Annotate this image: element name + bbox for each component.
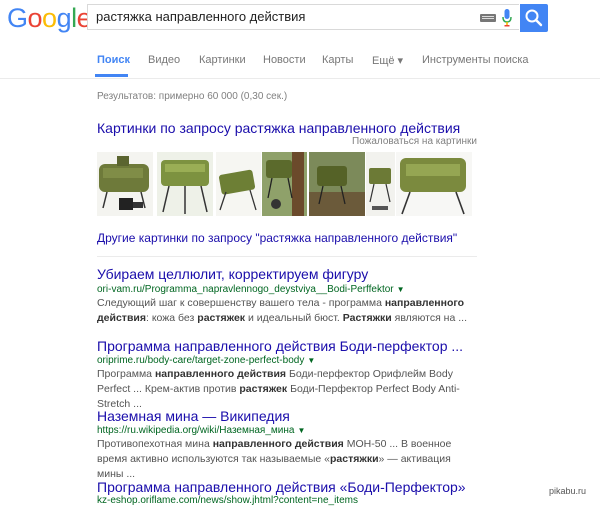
results-stats: Результатов: примерно 60 000 (0,30 сек.) [97, 91, 288, 102]
result-snippet: Программа направленного действия Боди-пе… [97, 367, 477, 412]
snippet-text: : кожа без [145, 312, 198, 324]
microphone-icon[interactable] [502, 9, 512, 27]
result-url-text: oriprime.ru/body-care/target-zone-perfec… [97, 355, 305, 366]
snippet-highlight: растяжек [239, 383, 288, 395]
tab-images[interactable]: Картинки [199, 54, 246, 66]
result-title[interactable]: Программа направленного действия Боди-пе… [97, 338, 463, 354]
tab-news[interactable]: Новости [263, 54, 306, 66]
search-input[interactable]: растяжка направленного действия [96, 9, 305, 24]
result-title[interactable]: Наземная мина — Википедия [97, 408, 290, 424]
result-url-text: ori-vam.ru/Programma_napravlennogo_deyst… [97, 284, 394, 295]
tab-maps[interactable]: Карты [322, 54, 353, 66]
image-thumbnail[interactable] [396, 152, 472, 216]
result-url[interactable]: kz-eshop.oriflame.com/news/show.jhtml?co… [97, 495, 358, 506]
result-snippet: Противопехотная мина направленного дейст… [97, 437, 477, 482]
google-logo[interactable]: Google [7, 3, 92, 34]
active-tab-indicator [95, 74, 128, 77]
result-url-text: kz-eshop.oriflame.com/news/show.jhtml?co… [97, 495, 358, 506]
image-thumbnail[interactable] [216, 152, 261, 216]
tab-more[interactable]: Ещё ▾ [372, 54, 403, 67]
snippet-text: и идеальный бюст. [245, 312, 343, 324]
logo-letter: o [27, 3, 43, 33]
header: Google растяжка направленного действия П… [0, 0, 600, 79]
result-title[interactable]: Программа направленного действия «Боди-П… [97, 479, 466, 495]
snippet-highlight: растяжек [197, 312, 246, 324]
logo-letter: o [42, 3, 57, 33]
image-thumbnail[interactable] [262, 152, 307, 216]
dropdown-caret-icon[interactable]: ▼ [397, 285, 405, 294]
search-icon [525, 9, 543, 27]
tab-search[interactable]: Поиск [97, 54, 130, 66]
report-images-link[interactable]: Пожаловаться на картинки [352, 136, 477, 147]
snippet-text: являются на ... [391, 312, 467, 324]
image-thumbnail[interactable] [157, 152, 213, 216]
search-button[interactable] [520, 4, 548, 32]
logo-letter: G [7, 3, 28, 33]
logo-letter: g [56, 3, 72, 33]
tab-video[interactable]: Видео [148, 54, 180, 66]
result-snippet: Следующий шаг к совершенству вашего тела… [97, 296, 477, 326]
search-tabs: Поиск Видео Картинки Новости Карты Ещё ▾… [0, 46, 600, 78]
watermark: pikabu.ru [549, 486, 587, 496]
more-images-link[interactable]: Другие картинки по запросу "растяжка нап… [97, 231, 457, 245]
images-block-title[interactable]: Картинки по запросу растяжка направленно… [97, 120, 460, 136]
image-thumbnail[interactable] [97, 152, 153, 216]
snippet-text: Противопехотная мина [97, 438, 213, 450]
snippet-highlight: направленного действия [212, 438, 344, 450]
result-title[interactable]: Убираем целлюлит, корректируем фигуру [97, 266, 368, 282]
result-url[interactable]: https://ru.wikipedia.org/wiki/Наземная_м… [97, 425, 305, 436]
image-thumbnail[interactable] [366, 152, 395, 216]
snippet-text: Следующий шаг к совершенству вашего тела… [97, 297, 385, 309]
keyboard-icon[interactable] [480, 14, 496, 22]
result-url[interactable]: ori-vam.ru/Programma_napravlennogo_deyst… [97, 284, 405, 295]
result-url[interactable]: oriprime.ru/body-care/target-zone-perfec… [97, 355, 315, 366]
tab-search-tools[interactable]: Инструменты поиска [422, 54, 529, 66]
image-thumbnail[interactable] [309, 152, 365, 216]
result-url-text: https://ru.wikipedia.org/wiki/Наземная_м… [97, 425, 295, 436]
snippet-text: Программа [97, 368, 155, 380]
dropdown-caret-icon[interactable]: ▼ [307, 356, 315, 365]
snippet-highlight: Растяжки [342, 312, 392, 324]
divider [97, 256, 477, 257]
search-box[interactable]: растяжка направленного действия [87, 4, 519, 30]
dropdown-caret-icon[interactable]: ▼ [297, 426, 305, 435]
snippet-highlight: растяжки [330, 453, 379, 465]
snippet-highlight: направленного действия [154, 368, 287, 380]
